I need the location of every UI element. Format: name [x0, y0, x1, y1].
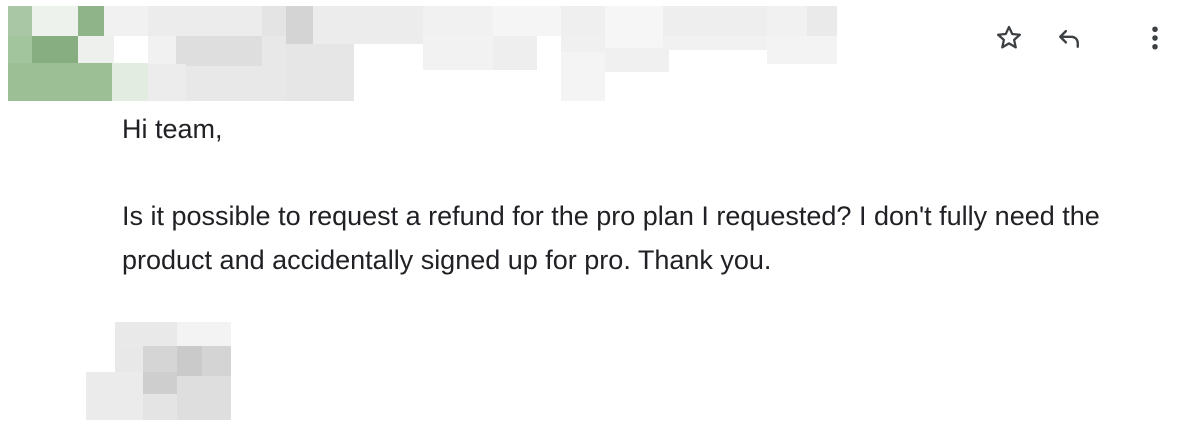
star-outline-icon	[994, 23, 1024, 53]
more-options-button[interactable]	[1135, 18, 1175, 58]
star-button[interactable]	[989, 18, 1029, 58]
reply-button[interactable]	[1049, 18, 1089, 58]
email-greeting: Hi team,	[122, 114, 223, 144]
email-message: Is it possible to request a refund for t…	[122, 201, 1100, 275]
reply-arrow-icon	[1054, 23, 1084, 53]
message-actions	[985, 18, 1175, 58]
email-body: Hi team, Is it possible to request a ref…	[122, 107, 1182, 282]
more-vertical-icon	[1149, 23, 1161, 53]
